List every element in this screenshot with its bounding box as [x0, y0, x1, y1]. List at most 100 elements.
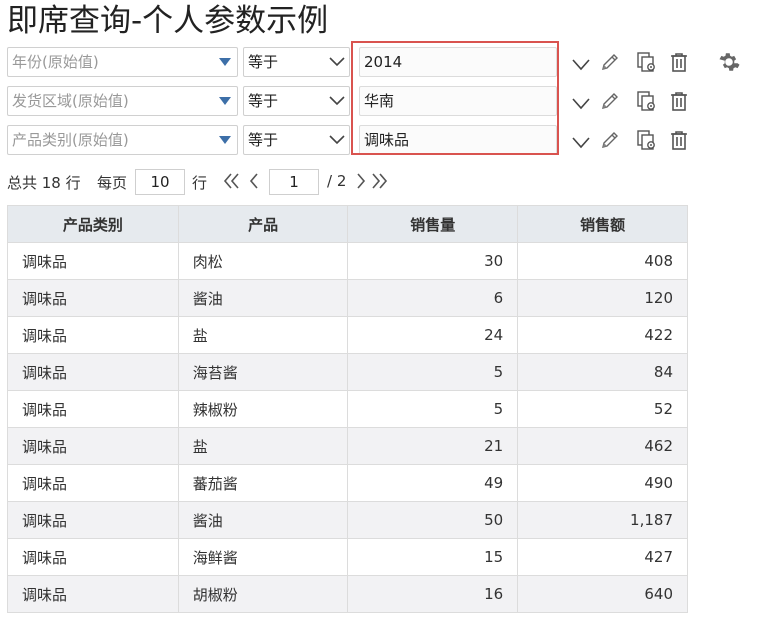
page-size-input[interactable]: 10: [135, 169, 185, 195]
copy-settings-icon[interactable]: [634, 50, 658, 74]
copy-settings-icon[interactable]: [634, 89, 658, 113]
caret-down-icon: [219, 97, 231, 105]
filter-value-input[interactable]: 华南: [359, 86, 557, 116]
filter-field-select[interactable]: 年份(原始值): [7, 47, 238, 77]
table-cell: 30: [347, 242, 519, 280]
table-cell: 84: [517, 353, 688, 391]
chevron-down-icon[interactable]: [572, 134, 590, 149]
table-cell: 1,187: [517, 501, 688, 539]
chevron-down-icon: [329, 135, 345, 145]
chevron-down-icon[interactable]: [572, 95, 590, 110]
table-cell: 调味品: [7, 464, 179, 502]
chevron-down-icon: [329, 96, 345, 106]
copy-settings-icon[interactable]: [634, 128, 658, 152]
table-cell: 422: [517, 316, 688, 354]
filter-row: 产品类别(原始值) 等于 调味品: [7, 125, 767, 157]
table-cell: 海苔酱: [177, 353, 349, 391]
table-cell: 海鲜酱: [177, 538, 349, 576]
filter-operator-select[interactable]: 等于: [243, 86, 350, 116]
table-cell: 427: [517, 538, 688, 576]
table-cell: 640: [517, 575, 688, 613]
last-page-icon[interactable]: [370, 171, 388, 191]
table-cell: 5: [347, 353, 519, 391]
filter-operator-select[interactable]: 等于: [243, 47, 350, 77]
pencil-icon[interactable]: [598, 50, 622, 74]
table-row: 调味品 酱油 6 120: [7, 279, 688, 317]
column-header[interactable]: 销售额: [517, 205, 688, 243]
table-cell: 盐: [177, 427, 349, 465]
table-cell: 调味品: [7, 390, 179, 428]
table-header-row: 产品类别 产品 销售量 销售额: [7, 205, 688, 243]
table-cell: 52: [517, 390, 688, 428]
table-cell: 肉松: [177, 242, 349, 280]
per-page-label: 每页: [97, 174, 128, 192]
table-cell: 462: [517, 427, 688, 465]
filter-value-text: 2014: [364, 53, 403, 71]
column-header[interactable]: 销售量: [347, 205, 519, 243]
table-cell: 辣椒粉: [177, 390, 349, 428]
filter-value-input[interactable]: 调味品: [359, 125, 557, 155]
table-cell: 调味品: [7, 353, 179, 391]
total-rows-label: 总共 18 行: [7, 174, 81, 192]
table-cell: 盐: [177, 316, 349, 354]
table-row: 调味品 蕃茄酱 49 490: [7, 464, 688, 502]
table-cell: 调味品: [7, 575, 179, 613]
gear-icon[interactable]: [717, 50, 741, 74]
trash-icon[interactable]: [667, 128, 691, 152]
page-title: 即席查询-个人参数示例: [7, 3, 329, 39]
first-page-icon[interactable]: [223, 171, 241, 191]
filter-operator-label: 等于: [248, 92, 279, 110]
filter-operator-label: 等于: [248, 53, 279, 71]
table-cell: 调味品: [7, 538, 179, 576]
filter-value-text: 华南: [364, 92, 395, 110]
filter-row: 年份(原始值) 等于 2014: [7, 47, 767, 79]
filter-operator-label: 等于: [248, 131, 279, 149]
pagination-bar: 总共 18 行 每页 10 行 1 / 2: [7, 168, 767, 196]
table-cell: 408: [517, 242, 688, 280]
filter-field-label: 年份(原始值): [12, 53, 99, 71]
trash-icon[interactable]: [667, 50, 691, 74]
table-cell: 调味品: [7, 427, 179, 465]
table-cell: 490: [517, 464, 688, 502]
trash-icon[interactable]: [667, 89, 691, 113]
table-row: 调味品 海鲜酱 15 427: [7, 538, 688, 576]
table-cell: 49: [347, 464, 519, 502]
prev-page-icon[interactable]: [245, 171, 263, 191]
filter-field-select[interactable]: 发货区域(原始值): [7, 86, 238, 116]
filter-field-select[interactable]: 产品类别(原始值): [7, 125, 238, 155]
table-cell: 5: [347, 390, 519, 428]
table-row: 调味品盐 24 422: [7, 316, 688, 354]
filter-field-label: 发货区域(原始值): [12, 92, 129, 110]
table-row: 调味品 肉松 30 408: [7, 242, 688, 280]
next-page-icon[interactable]: [352, 171, 370, 191]
table-cell: 调味品: [7, 316, 179, 354]
filter-value-text: 调味品: [364, 131, 410, 149]
pencil-icon[interactable]: [598, 128, 622, 152]
caret-down-icon: [219, 58, 231, 66]
table-cell: 胡椒粉: [177, 575, 349, 613]
filter-operator-select[interactable]: 等于: [243, 125, 350, 155]
table-cell: 15: [347, 538, 519, 576]
caret-down-icon: [219, 136, 231, 144]
filter-row: 发货区域(原始值) 等于 华南: [7, 86, 767, 118]
column-header[interactable]: 产品: [177, 205, 349, 243]
filter-value-input[interactable]: 2014: [359, 47, 557, 77]
table-cell: 调味品: [7, 279, 179, 317]
row-unit-label: 行: [192, 174, 208, 192]
table-cell: 调味品: [7, 501, 179, 539]
table-cell: 50: [347, 501, 519, 539]
table-row: 调味品 辣椒粉 5 52: [7, 390, 688, 428]
current-page-input[interactable]: 1: [269, 169, 319, 195]
table-row: 调味品 胡椒粉 16 640: [7, 575, 688, 613]
chevron-down-icon[interactable]: [572, 56, 590, 71]
table-row: 调味品盐 21 462: [7, 427, 688, 465]
filter-field-label: 产品类别(原始值): [12, 131, 129, 149]
results-table: 产品类别 产品 销售量 销售额 调味品 肉松 30 408 调味品 酱油 6 120 调味品盐 2…: [7, 205, 688, 613]
table-row: 调味品 酱油 50 1,187: [7, 501, 688, 539]
pencil-icon[interactable]: [598, 89, 622, 113]
table-cell: 蕃茄酱: [177, 464, 349, 502]
table-cell: 120: [517, 279, 688, 317]
table-cell: 16: [347, 575, 519, 613]
column-header[interactable]: 产品类别: [7, 205, 179, 243]
table-row: 调味品 海苔酱 5 84: [7, 353, 688, 391]
